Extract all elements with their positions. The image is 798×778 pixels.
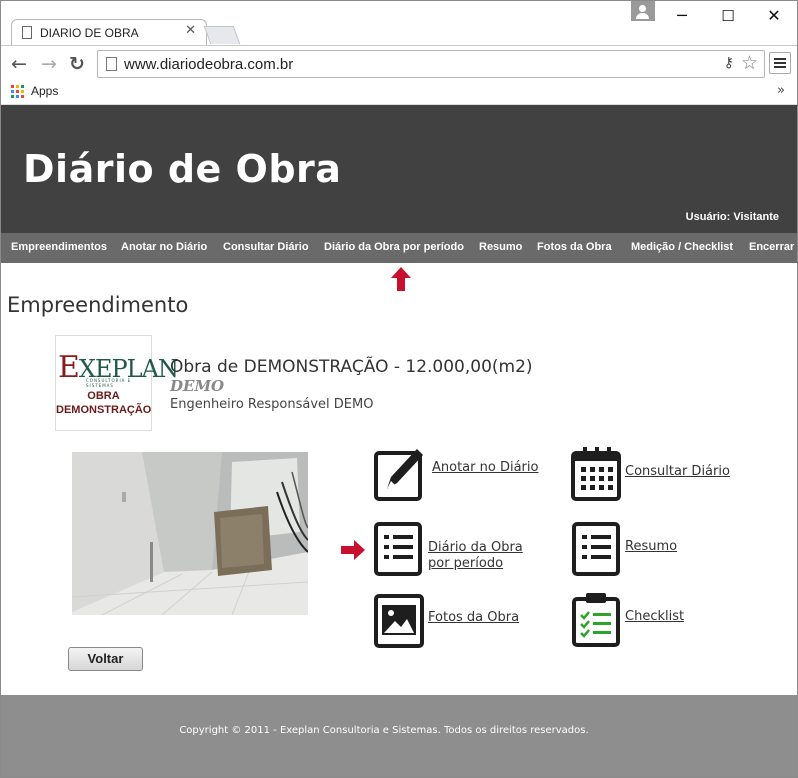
nav-consultar-diario[interactable]: Consultar Diário [223,241,309,253]
pencil-note-icon[interactable] [373,445,425,501]
back-button[interactable]: ← [7,52,31,76]
forward-button[interactable]: → [37,52,61,76]
logo-line-2: DEMONSTRAÇÃO [56,404,152,416]
browser-tab[interactable]: DIARIO DE OBRA ✕ [11,19,207,45]
title-bar: DIARIO DE OBRA ✕ ─ ☐ ✕ [1,1,797,45]
link-periodo-line-2[interactable]: por período [428,556,503,571]
voltar-button[interactable]: Voltar [68,647,143,671]
nav-encerrar[interactable]: Encerrar [749,241,794,253]
tab-title: DIARIO DE OBRA [40,26,139,40]
link-resumo[interactable]: Resumo [625,539,677,555]
address-bar[interactable]: www.diariodeobra.com.br ⚷ ☆ [97,50,765,78]
link-consultar-diario[interactable]: Consultar Diário [625,464,730,480]
nav-resumo[interactable]: Resumo [479,241,522,253]
more-bookmarks-icon[interactable]: » [777,83,785,98]
user-status: Usuário: Visitante [685,211,779,223]
copyright-text: Copyright © 2011 - Exeplan Consultoria e… [179,725,589,736]
arrow-up-icon [391,267,411,291]
obra-photo [72,452,308,615]
logo-line-1: OBRA [87,390,120,402]
logo-tagline: CONSULTORIA E SISTEMAS [86,378,132,388]
nav-diario-por-periodo[interactable]: Diário da Obra por período [324,241,464,253]
reload-button[interactable]: ↻ [65,52,89,76]
list-icon[interactable] [373,521,425,577]
page-content: Diário de Obra Usuário: Visitante Empree… [1,105,797,777]
link-checklist[interactable]: Checklist [625,609,684,625]
page-icon [106,57,117,71]
new-tab-button[interactable] [203,26,241,44]
arrow-right-icon [341,540,365,560]
obra-subtitle: DEMO [170,377,225,395]
site-header: Diário de Obra Usuário: Visitante [1,105,797,233]
browser-toolbar: ← → ↻ www.diariodeobra.com.br ⚷ ☆ [1,45,797,81]
nav-anotar-diario[interactable]: Anotar no Diário [121,241,207,253]
bookmarks-bar: Apps » [1,81,797,105]
engineer-name: Engenheiro Responsável DEMO [170,397,374,412]
apps-grid-icon[interactable] [11,85,24,98]
close-tab-icon[interactable]: ✕ [185,23,196,38]
checklist-icon[interactable] [571,591,623,647]
document-icon [22,26,32,39]
section-title: Empreendimento [7,293,189,317]
site-title: Diário de Obra [23,147,342,191]
user-profile-icon[interactable] [631,1,655,21]
close-window-button[interactable]: ✕ [751,1,797,31]
image-icon[interactable] [373,593,425,649]
browser-menu-button[interactable] [769,52,791,74]
site-footer: Copyright © 2011 - Exeplan Consultoria e… [1,695,797,777]
url-text[interactable]: www.diariodeobra.com.br [124,56,293,73]
obra-title: Obra de DEMONSTRAÇÃO - 12.000,00(m2) [170,357,533,377]
link-anotar-diario[interactable]: Anotar no Diário [432,460,538,476]
link-diario-por-periodo[interactable]: Diário da Obra por período [428,540,523,572]
main-nav: Empreendimentos Anotar no Diário Consult… [1,233,797,263]
obra-logo: EXEPLAN CONSULTORIA E SISTEMAS OBRA DEMO… [55,335,179,431]
browser-window: DIARIO DE OBRA ✕ ─ ☐ ✕ ← → ↻ www.diariod… [0,0,798,778]
nav-fotos-obra[interactable]: Fotos da Obra [537,241,612,253]
bookmark-star-icon[interactable]: ☆ [741,52,758,74]
apps-link[interactable]: Apps [31,84,58,98]
nav-medicao-checklist[interactable]: Medição / Checklist [631,241,733,253]
key-icon[interactable]: ⚷ [724,55,734,71]
link-periodo-line-1[interactable]: Diário da Obra [428,540,523,555]
calendar-icon[interactable] [571,445,623,501]
nav-empreendimentos[interactable]: Empreendimentos [11,241,107,253]
link-fotos-obra[interactable]: Fotos da Obra [428,610,519,626]
summary-list-icon[interactable] [571,521,623,577]
maximize-button[interactable]: ☐ [705,1,751,31]
minimize-button[interactable]: ─ [659,1,705,31]
